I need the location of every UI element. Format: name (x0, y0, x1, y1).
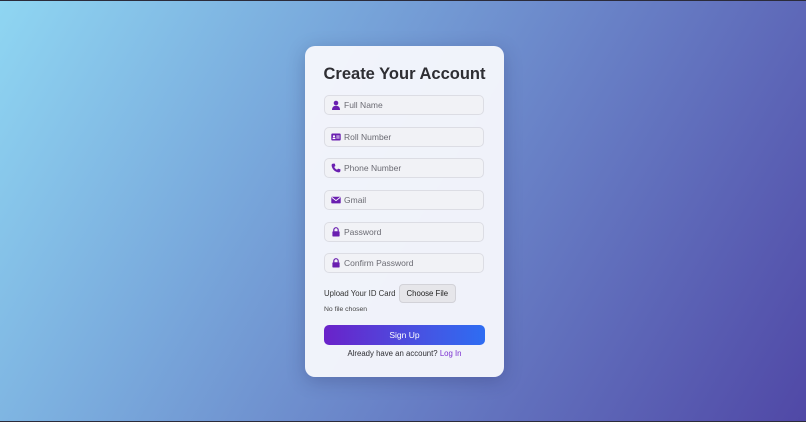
phone-number-input[interactable] (344, 159, 483, 177)
login-prompt: Already have an account? (347, 349, 438, 358)
envelope-icon (331, 195, 341, 205)
confirm-password-input[interactable] (344, 254, 483, 272)
upload-label: Upload Your ID Card (324, 289, 396, 298)
phone-number-field[interactable] (324, 158, 484, 178)
roll-number-input[interactable] (344, 128, 483, 146)
page-title: Create Your Account (323, 65, 486, 83)
gmail-field[interactable] (324, 190, 484, 210)
choose-file-button[interactable]: Choose File (398, 284, 457, 303)
gmail-input[interactable] (344, 191, 483, 209)
id-card-icon (331, 132, 341, 142)
password-input[interactable] (344, 223, 483, 241)
phone-icon (331, 163, 341, 173)
file-status: No file chosen (324, 306, 368, 313)
password-field[interactable] (324, 222, 484, 242)
log-in-link[interactable]: Log In (440, 349, 462, 358)
user-icon (331, 100, 341, 110)
roll-number-field[interactable] (324, 127, 484, 147)
lock-icon (331, 227, 341, 237)
full-name-input[interactable] (344, 96, 483, 114)
signup-card: Create Your Account Full Name Roll Numbe… (305, 46, 504, 377)
login-prompt-row: Already have an account? Log In (305, 349, 504, 358)
full-name-field[interactable] (324, 95, 484, 115)
confirm-password-field[interactable] (324, 253, 484, 273)
sign-up-button[interactable]: Sign Up (324, 325, 485, 345)
id-card-upload: Upload Your ID Card Choose File (324, 284, 457, 303)
lock-icon (331, 258, 341, 268)
